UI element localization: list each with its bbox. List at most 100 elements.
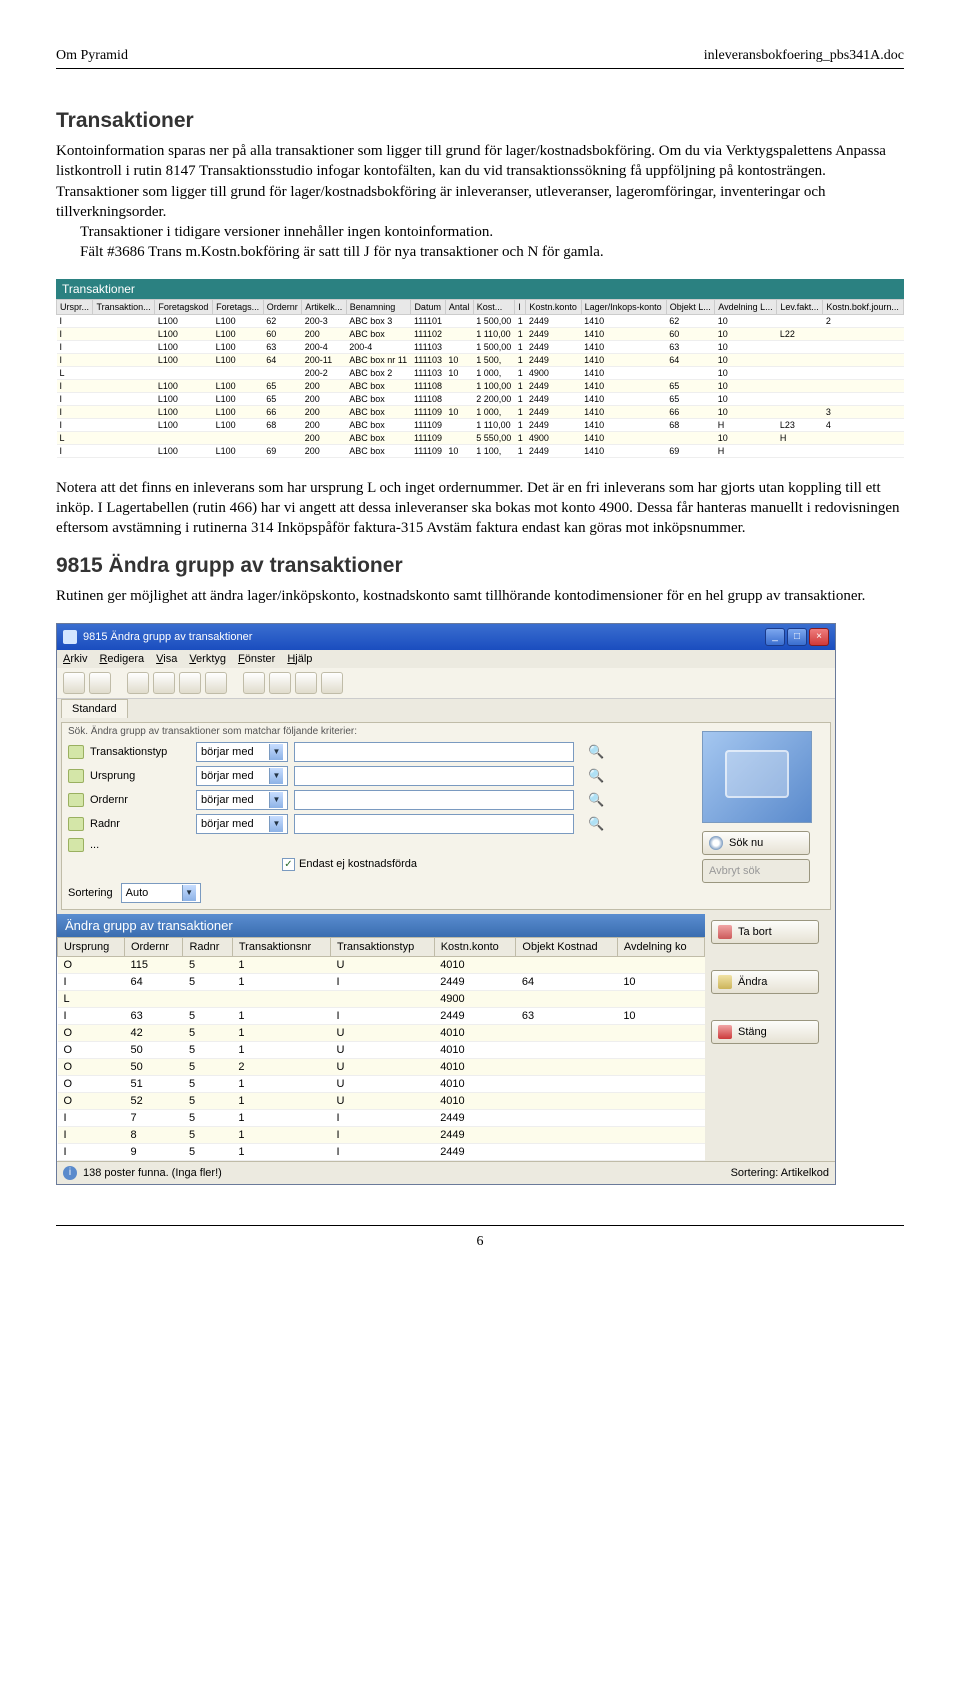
- col-header[interactable]: Lev.fakt...: [777, 299, 823, 314]
- grid-col-header[interactable]: Ordernr: [124, 937, 183, 956]
- table-row[interactable]: IL100L10069200ABC box111109101 100,12449…: [57, 444, 904, 457]
- close-button[interactable]: ×: [809, 628, 829, 646]
- cell: 1410: [581, 366, 666, 379]
- menu-item[interactable]: Redigera: [99, 653, 144, 665]
- grid-col-header[interactable]: Avdelning ko: [617, 937, 704, 956]
- cell: 200-2: [302, 366, 347, 379]
- col-header[interactable]: Ordernr: [263, 299, 301, 314]
- toolbar-btn-2[interactable]: [89, 672, 111, 694]
- table-row[interactable]: IL100L10066200ABC box111109101 000,12449…: [57, 405, 904, 418]
- toolbar-btn-10[interactable]: [321, 672, 343, 694]
- cell: 111108: [411, 392, 445, 405]
- grid-col-header[interactable]: Radnr: [183, 937, 232, 956]
- maximize-button[interactable]: □: [787, 628, 807, 646]
- close-icon: [718, 1025, 732, 1039]
- grid-row[interactable]: I751I2449: [58, 1109, 705, 1126]
- table-row[interactable]: L200-2ABC box 2111103101 000,14900141010: [57, 366, 904, 379]
- toolbar-btn-3[interactable]: [127, 672, 149, 694]
- lookup-icon[interactable]: 🔍: [588, 792, 604, 808]
- grid-cell: 1: [232, 1041, 330, 1058]
- checkbox-only-unbooked[interactable]: ✓: [282, 858, 295, 871]
- grid-col-header[interactable]: Transaktionstyp: [330, 937, 434, 956]
- lookup-icon[interactable]: 🔍: [588, 816, 604, 832]
- cancel-search-button[interactable]: Avbryt sök: [702, 859, 810, 883]
- operator-combo[interactable]: börjar med▼: [196, 814, 288, 834]
- search-input[interactable]: [294, 766, 574, 786]
- table-row[interactable]: IL100L10063200-4200-41111031 500,0012449…: [57, 340, 904, 353]
- grid-col-header[interactable]: Ursprung: [58, 937, 125, 956]
- search-now-button[interactable]: Sök nu: [702, 831, 810, 855]
- grid-col-header[interactable]: Objekt Kostnad: [516, 937, 617, 956]
- menubar[interactable]: Arkiv Redigera Visa Verktyg Fönster Hjälp: [57, 650, 835, 668]
- edit-button[interactable]: Ändra: [711, 970, 819, 994]
- cell: L100: [213, 353, 264, 366]
- toolbar-btn-1[interactable]: [63, 672, 85, 694]
- lookup-icon[interactable]: 🔍: [588, 744, 604, 760]
- col-header[interactable]: Antal: [445, 299, 473, 314]
- col-header[interactable]: Transaktion...: [93, 299, 155, 314]
- toolbar-btn-5[interactable]: [179, 672, 201, 694]
- col-header[interactable]: Avdelning L...: [715, 299, 777, 314]
- toolbar-btn-8[interactable]: [269, 672, 291, 694]
- grid-col-header[interactable]: Transaktionsnr: [232, 937, 330, 956]
- grid-row[interactable]: I6351I24496310: [58, 1007, 705, 1024]
- col-header[interactable]: Objekt L...: [666, 299, 715, 314]
- tab-standard[interactable]: Standard: [61, 699, 128, 718]
- table-row[interactable]: IL100L10060200ABC box1111021 110,0012449…: [57, 327, 904, 340]
- search-input[interactable]: [294, 814, 574, 834]
- grid-row[interactable]: I851I2449: [58, 1126, 705, 1143]
- toolbar-btn-4[interactable]: [153, 672, 175, 694]
- grid-cell: [232, 990, 330, 1007]
- search-input[interactable]: [294, 742, 574, 762]
- grid-col-header[interactable]: Kostn.konto: [434, 937, 516, 956]
- close-dialog-button[interactable]: Stäng: [711, 1020, 819, 1044]
- col-header[interactable]: Foretagskod: [155, 299, 213, 314]
- col-header[interactable]: Kost...: [473, 299, 515, 314]
- operator-combo[interactable]: börjar med▼: [196, 742, 288, 762]
- table-row[interactable]: IL100L10064200-11ABC box nr 11111103101 …: [57, 353, 904, 366]
- grid-row[interactable]: O11551U4010: [58, 956, 705, 973]
- col-header[interactable]: Kostn.konto: [526, 299, 581, 314]
- table-row[interactable]: IL100L10068200ABC box1111091 110,0012449…: [57, 418, 904, 431]
- table-row[interactable]: IL100L10065200ABC box1111082 200,0012449…: [57, 392, 904, 405]
- grid-row[interactable]: O5051U4010: [58, 1041, 705, 1058]
- col-header[interactable]: Lager/Inkops-konto: [581, 299, 666, 314]
- operator-combo[interactable]: börjar med▼: [196, 766, 288, 786]
- status-text: 138 poster funna. (Inga fler!): [83, 1167, 222, 1179]
- toolbar-btn-9[interactable]: [295, 672, 317, 694]
- titlebar[interactable]: 9815 Ändra grupp av transaktioner _ □ ×: [57, 624, 835, 650]
- menu-item[interactable]: Hjälp: [287, 653, 312, 665]
- cell: 64: [263, 353, 301, 366]
- col-header[interactable]: I: [515, 299, 526, 314]
- grid-row[interactable]: O5251U4010: [58, 1092, 705, 1109]
- results-grid[interactable]: UrsprungOrdernrRadnrTransaktionsnrTransa…: [57, 937, 705, 1161]
- operator-combo[interactable]: börjar med▼: [196, 790, 288, 810]
- col-header[interactable]: Benamning: [346, 299, 411, 314]
- lookup-icon[interactable]: 🔍: [588, 768, 604, 784]
- search-input[interactable]: [294, 790, 574, 810]
- col-header[interactable]: Kostn.bokf.journ...: [823, 299, 904, 314]
- menu-item[interactable]: Arkiv: [63, 653, 87, 665]
- grid-row[interactable]: O4251U4010: [58, 1024, 705, 1041]
- menu-item[interactable]: Fönster: [238, 653, 275, 665]
- toolbar-btn-7[interactable]: [243, 672, 265, 694]
- sort-combo[interactable]: Auto▼: [121, 883, 201, 903]
- table-row[interactable]: L200ABC box1111095 550,0014900141010H: [57, 431, 904, 444]
- table-row[interactable]: IL100L10065200ABC box1111081 100,0012449…: [57, 379, 904, 392]
- grid-row[interactable]: O5052U4010: [58, 1058, 705, 1075]
- col-header[interactable]: Artikelk...: [302, 299, 347, 314]
- menu-item[interactable]: Visa: [156, 653, 177, 665]
- col-header[interactable]: Urspr...: [57, 299, 93, 314]
- grid-row[interactable]: L4900: [58, 990, 705, 1007]
- delete-button[interactable]: Ta bort: [711, 920, 819, 944]
- grid-row[interactable]: I6451I24496410: [58, 973, 705, 990]
- toolbar-btn-6[interactable]: [205, 672, 227, 694]
- grid-row[interactable]: I951I2449: [58, 1143, 705, 1160]
- grid-row[interactable]: O5151U4010: [58, 1075, 705, 1092]
- menu-item[interactable]: Verktyg: [189, 653, 226, 665]
- col-header[interactable]: Foretags...: [213, 299, 264, 314]
- grid-cell: I: [330, 1143, 434, 1160]
- col-header[interactable]: Datum: [411, 299, 445, 314]
- table-row[interactable]: IL100L10062200-3ABC box 31111011 500,001…: [57, 314, 904, 327]
- minimize-button[interactable]: _: [765, 628, 785, 646]
